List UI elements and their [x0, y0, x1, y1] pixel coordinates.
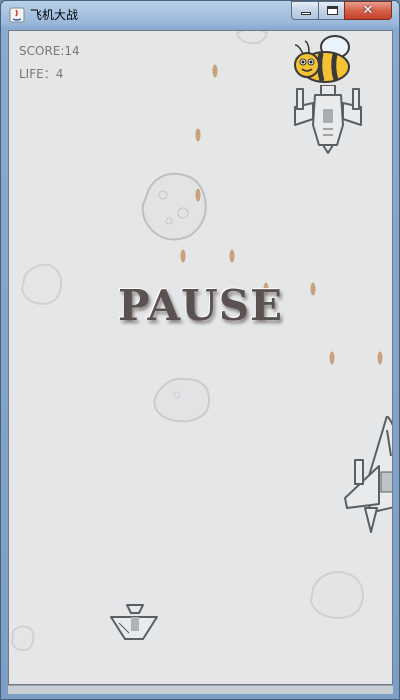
bullet-icon [180, 249, 186, 263]
minimize-icon [301, 12, 311, 15]
score-label: SCORE:14 [19, 44, 80, 58]
hero-plane-icon [344, 416, 392, 533]
title-bar[interactable]: 飞机大战 ✕ [1, 1, 399, 29]
app-java-icon [9, 7, 25, 23]
enemy-plane-icon [110, 604, 158, 640]
asteroid-icon [141, 172, 207, 241]
bee-icon [294, 35, 350, 83]
asteroid-icon [153, 377, 211, 423]
bullet-icon [329, 351, 335, 365]
life-label: LIFE：4 [19, 67, 64, 81]
asteroid-icon [235, 31, 269, 45]
pause-overlay-text: PAUSE [117, 281, 284, 330]
maximize-button[interactable] [318, 1, 345, 20]
enemy-plane-icon [294, 85, 362, 154]
asteroid-icon [10, 625, 35, 652]
bullet-icon [212, 64, 218, 78]
bullet-icon [377, 351, 383, 365]
close-button[interactable]: ✕ [344, 1, 392, 20]
game-window: 飞机大战 ✕ SCORE:14 LIFE：4 PAUSE [0, 0, 400, 700]
window-title: 飞机大战 [30, 8, 79, 22]
close-icon: ✕ [362, 3, 374, 18]
bullet-icon [195, 128, 201, 142]
maximize-icon [327, 6, 338, 15]
window-bottom-border [8, 685, 393, 694]
asteroid-icon [309, 570, 365, 620]
game-canvas[interactable]: SCORE:14 LIFE：4 PAUSE [8, 30, 393, 685]
bullet-icon [229, 249, 235, 263]
bullet-icon [195, 188, 201, 202]
minimize-button[interactable] [291, 1, 319, 20]
